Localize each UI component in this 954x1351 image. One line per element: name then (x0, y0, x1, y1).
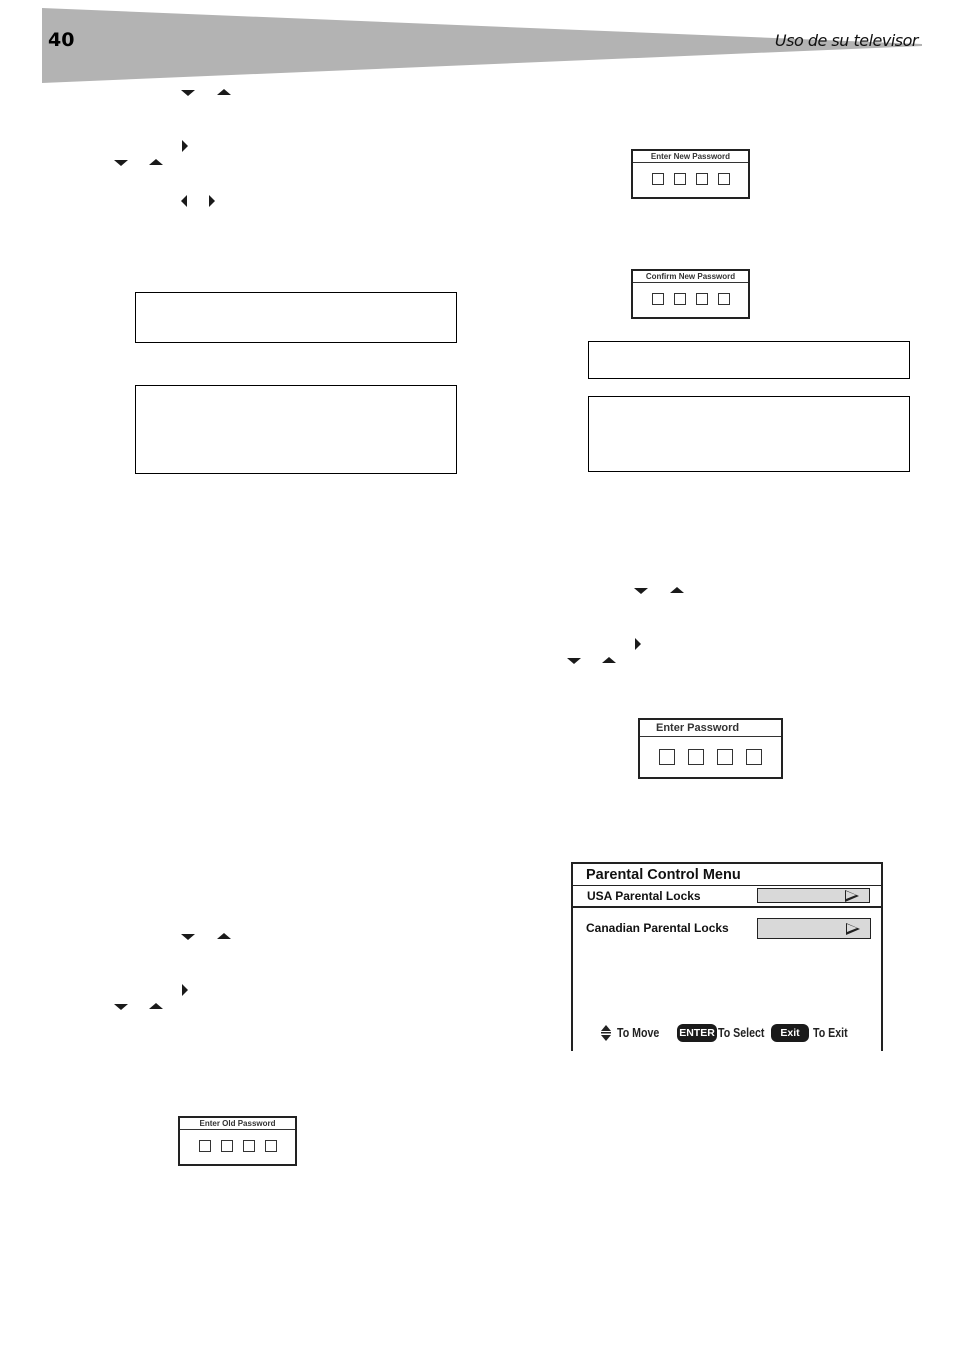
password-digit-field[interactable] (746, 749, 762, 765)
exit-key-badge: Exit (771, 1024, 809, 1042)
right-arrow-icon (209, 195, 215, 207)
up-arrow-icon (149, 1003, 163, 1009)
note-box (135, 292, 457, 343)
password-digit-field[interactable] (673, 173, 686, 185)
submenu-bar[interactable] (757, 918, 871, 939)
confirm-new-password-dialog: Confirm New Password (631, 269, 750, 319)
play-arrow-icon (846, 922, 860, 935)
right-arrow-icon (182, 140, 188, 152)
dialog-title: Enter Old Password (180, 1118, 295, 1130)
move-hint: To Move (617, 1026, 660, 1040)
menu-item-usa-parental-locks[interactable]: USA Parental Locks (573, 886, 881, 908)
menu-item-canadian-parental-locks[interactable]: Canadian Parental Locks (573, 914, 881, 940)
down-arrow-icon (181, 90, 195, 96)
section-title: Uso de su televisor (774, 31, 919, 50)
dialog-title: Confirm New Password (633, 271, 748, 283)
password-digit-field[interactable] (220, 1140, 233, 1152)
password-digit-field[interactable] (695, 293, 708, 305)
dialog-title: Enter Password (640, 720, 781, 737)
down-arrow-icon (634, 588, 648, 594)
password-digit-field[interactable] (242, 1140, 255, 1152)
menu-item-label: USA Parental Locks (587, 889, 701, 903)
up-arrow-icon (670, 587, 684, 593)
play-arrow-icon (845, 889, 859, 902)
password-slots (640, 737, 781, 765)
tip-box (135, 385, 457, 474)
password-digit-field[interactable] (688, 749, 704, 765)
password-slots (180, 1130, 295, 1152)
right-arrow-icon (182, 984, 188, 996)
menu-item-label: Canadian Parental Locks (586, 921, 729, 935)
menu-footer: To Move ENTER To Select Exit To Exit (573, 1023, 881, 1043)
down-arrow-icon (114, 160, 128, 166)
parental-control-menu: Parental Control Menu USA Parental Locks… (571, 862, 883, 1051)
up-arrow-icon (602, 657, 616, 663)
down-arrow-icon (567, 658, 581, 664)
up-arrow-icon (149, 159, 163, 165)
tip-box (588, 396, 910, 472)
password-slots (633, 163, 748, 185)
menu-title: Parental Control Menu (573, 864, 881, 886)
password-digit-field[interactable] (717, 173, 730, 185)
down-arrow-icon (181, 934, 195, 940)
right-arrow-icon (635, 638, 641, 650)
password-digit-field[interactable] (717, 749, 733, 765)
password-slots (633, 283, 748, 305)
page-number: 40 (48, 29, 75, 51)
password-digit-field[interactable] (673, 293, 686, 305)
left-arrow-icon (181, 195, 187, 207)
password-digit-field[interactable] (659, 749, 675, 765)
enter-key-badge: ENTER (677, 1024, 717, 1042)
up-arrow-icon (217, 89, 231, 95)
enter-password-dialog: Enter Password (638, 718, 783, 779)
password-digit-field[interactable] (264, 1140, 277, 1152)
down-arrow-icon (114, 1004, 128, 1010)
enter-old-password-dialog: Enter Old Password (178, 1116, 297, 1166)
exit-hint: To Exit (813, 1026, 848, 1040)
note-box (588, 341, 910, 379)
enter-new-password-dialog: Enter New Password (631, 149, 750, 199)
submenu-bar[interactable] (757, 888, 870, 903)
up-down-arrows-icon (601, 1025, 611, 1041)
password-digit-field[interactable] (651, 293, 664, 305)
up-arrow-icon (217, 933, 231, 939)
password-digit-field[interactable] (651, 173, 664, 185)
password-digit-field[interactable] (717, 293, 730, 305)
select-hint: To Select (718, 1026, 765, 1040)
dialog-title: Enter New Password (633, 151, 748, 163)
password-digit-field[interactable] (198, 1140, 211, 1152)
password-digit-field[interactable] (695, 173, 708, 185)
